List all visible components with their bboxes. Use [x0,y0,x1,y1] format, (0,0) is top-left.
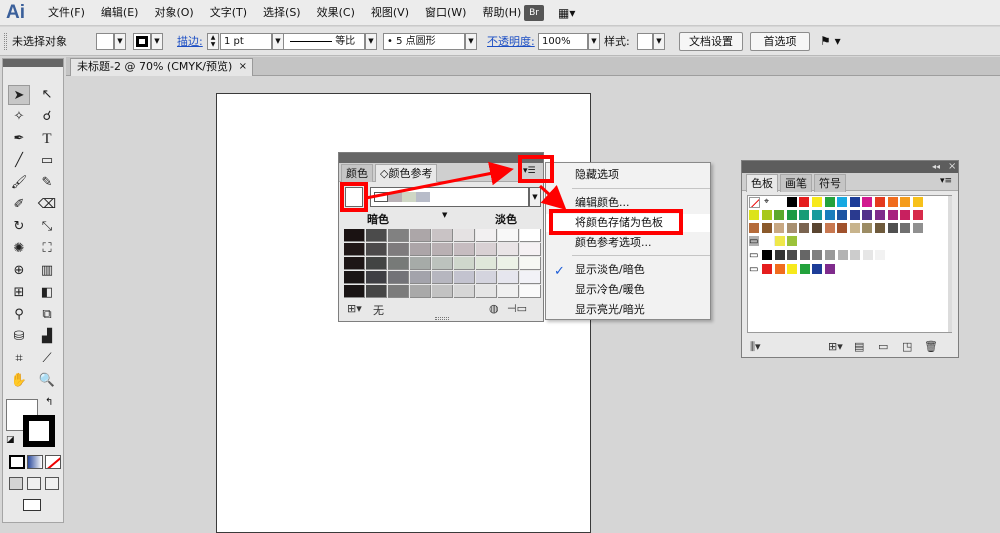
arrow-to-menu-icon [365,161,514,200]
annotation-arrows [365,161,567,211]
arrow-to-save-item [538,184,567,211]
